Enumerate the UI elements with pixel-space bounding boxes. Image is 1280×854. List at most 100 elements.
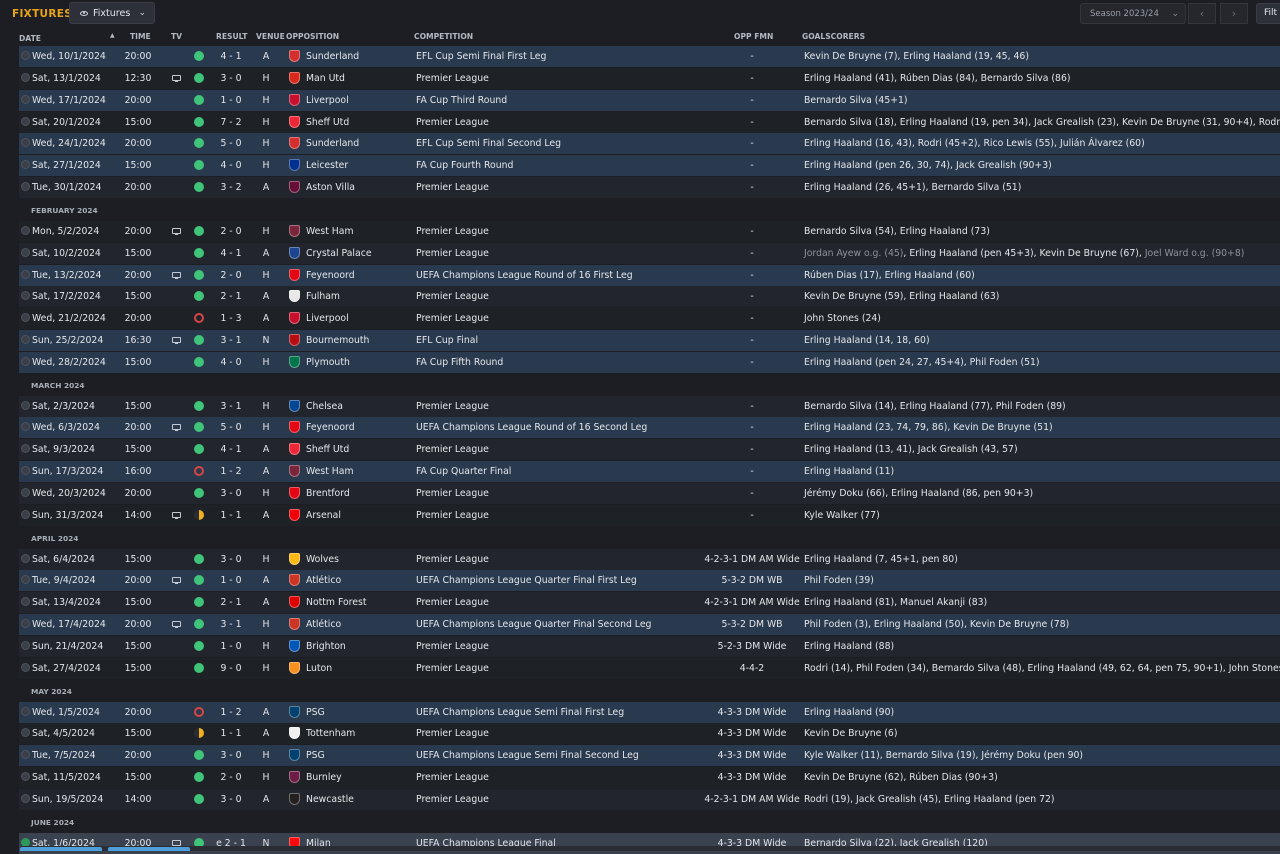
fixture-row[interactable]: Wed, 17/4/2024 20:00 3 - 1 H Atlético UEFA Ch…: [19, 614, 1280, 635]
competition-link[interactable]: Premier League: [416, 313, 489, 324]
opposition-link[interactable]: Atlético: [306, 619, 341, 630]
fixture-result[interactable]: 1 - 0: [207, 575, 255, 586]
fixture-row[interactable]: Wed, 1/5/2024 20:00 1 - 2 A PSG UEFA Champion…: [19, 702, 1280, 723]
fixture-row[interactable]: Sun, 31/3/2024 14:00 1 - 1 A Arsenal Premier …: [19, 505, 1280, 526]
opposition-link[interactable]: Atlético: [306, 575, 341, 586]
col-opposition[interactable]: OPPOSITION: [286, 32, 339, 41]
opposition-link[interactable]: Feyenoord: [306, 422, 355, 433]
row-select-checkbox[interactable]: [21, 95, 30, 104]
row-select-checkbox[interactable]: [21, 750, 30, 759]
opposition-link[interactable]: Fulham: [306, 291, 340, 302]
fixture-result[interactable]: 2 - 0: [207, 226, 255, 237]
competition-link[interactable]: Premier League: [416, 510, 489, 521]
fixture-row[interactable]: Sat, 20/1/2024 15:00 7 - 2 H Sheff Utd Premie…: [19, 112, 1280, 133]
fixture-result[interactable]: 1 - 3: [207, 313, 255, 324]
opposition-link[interactable]: Aston Villa: [306, 182, 355, 193]
fixture-row[interactable]: Sun, 25/2/2024 16:30 3 - 1 N Bournemouth EFL …: [19, 330, 1280, 351]
opposition-link[interactable]: Tottenham: [306, 728, 355, 739]
fixture-result[interactable]: 3 - 0: [207, 750, 255, 761]
col-result[interactable]: RESULT: [216, 32, 247, 41]
competition-link[interactable]: Premier League: [416, 728, 489, 739]
col-goalscorers[interactable]: GOALSCORERS: [802, 32, 865, 41]
fixture-result[interactable]: 1 - 1: [207, 510, 255, 521]
fixture-result[interactable]: 3 - 2: [207, 182, 255, 193]
opposition-link[interactable]: Liverpool: [306, 313, 349, 324]
competition-link[interactable]: Premier League: [416, 444, 489, 455]
competition-link[interactable]: Premier League: [416, 554, 489, 565]
competition-link[interactable]: FA Cup Fifth Round: [416, 357, 503, 368]
opposition-link[interactable]: Man Utd: [306, 73, 345, 84]
opposition-link[interactable]: Wolves: [306, 554, 339, 565]
row-select-checkbox[interactable]: [21, 182, 30, 191]
fixture-row[interactable]: Sat, 10/2/2024 15:00 4 - 1 A Crystal Palace P…: [19, 243, 1280, 264]
opposition-link[interactable]: Newcastle: [306, 794, 354, 805]
filter-button[interactable]: Filt: [1256, 3, 1280, 24]
row-select-checkbox[interactable]: [21, 619, 30, 628]
row-select-checkbox[interactable]: [21, 466, 30, 475]
opposition-link[interactable]: West Ham: [306, 226, 354, 237]
row-select-checkbox[interactable]: [21, 728, 30, 737]
competition-link[interactable]: UEFA Champions League Quarter Final Seco…: [416, 619, 651, 630]
fixture-result[interactable]: 7 - 2: [207, 117, 255, 128]
opposition-link[interactable]: Arsenal: [306, 510, 341, 521]
fixture-result[interactable]: 4 - 1: [207, 51, 255, 62]
fixture-row[interactable]: Sun, 21/4/2024 15:00 1 - 0 H Brighton Premier…: [19, 636, 1280, 657]
row-select-checkbox[interactable]: [21, 357, 30, 366]
fixture-result[interactable]: 1 - 0: [207, 95, 255, 106]
fixture-result[interactable]: 2 - 0: [207, 772, 255, 783]
fixture-result[interactable]: 1 - 1: [207, 728, 255, 739]
view-selector-button[interactable]: Fixtures ⌄: [69, 2, 155, 24]
opposition-link[interactable]: PSG: [306, 750, 325, 761]
fixture-row[interactable]: Sun, 19/5/2024 14:00 3 - 0 A Newcastle Premie…: [19, 789, 1280, 810]
fixture-row[interactable]: Tue, 7/5/2024 20:00 3 - 0 H PSG UEFA Champion…: [19, 745, 1280, 766]
fixture-row[interactable]: Sat, 2/3/2024 15:00 3 - 1 H Chelsea Premier L…: [19, 396, 1280, 417]
row-select-checkbox[interactable]: [21, 270, 30, 279]
row-select-checkbox[interactable]: [21, 707, 30, 716]
col-competition[interactable]: COMPETITION: [414, 32, 473, 41]
row-select-checkbox[interactable]: [21, 597, 30, 606]
col-opp-fmn[interactable]: OPP FMN: [734, 32, 773, 41]
opposition-link[interactable]: Liverpool: [306, 95, 349, 106]
competition-link[interactable]: Premier League: [416, 226, 489, 237]
col-time[interactable]: TIME: [130, 32, 151, 41]
row-select-checkbox[interactable]: [21, 554, 30, 563]
row-select-checkbox[interactable]: [21, 663, 30, 672]
opposition-link[interactable]: Feyenoord: [306, 270, 355, 281]
competition-link[interactable]: UEFA Champions League Semi Final Second …: [416, 750, 639, 761]
row-select-checkbox[interactable]: [21, 291, 30, 300]
opposition-link[interactable]: Bournemouth: [306, 335, 369, 346]
opposition-link[interactable]: Chelsea: [306, 401, 343, 412]
fixture-result[interactable]: 4 - 1: [207, 248, 255, 259]
competition-link[interactable]: UEFA Champions League Semi Final First L…: [416, 707, 624, 718]
next-season-button[interactable]: ›: [1220, 3, 1248, 24]
competition-link[interactable]: FA Cup Third Round: [416, 95, 507, 106]
fixture-result[interactable]: 3 - 0: [207, 554, 255, 565]
fixture-result[interactable]: 1 - 2: [207, 466, 255, 477]
fixture-result[interactable]: 3 - 0: [207, 73, 255, 84]
fixture-result[interactable]: 3 - 0: [207, 794, 255, 805]
fixture-result[interactable]: 3 - 1: [207, 335, 255, 346]
opposition-link[interactable]: Burnley: [306, 772, 342, 783]
fixture-result[interactable]: 9 - 0: [207, 663, 255, 674]
row-select-checkbox[interactable]: [21, 422, 30, 431]
row-select-checkbox[interactable]: [21, 248, 30, 257]
fixture-row[interactable]: Sat, 11/5/2024 15:00 2 - 0 H Burnley Premier …: [19, 767, 1280, 788]
opposition-link[interactable]: Brentford: [306, 488, 350, 499]
previous-season-button[interactable]: ‹: [1188, 3, 1216, 24]
fixture-row[interactable]: Sat, 17/2/2024 15:00 2 - 1 A Fulham Premier L…: [19, 286, 1280, 307]
competition-link[interactable]: EFL Cup Semi Final Second Leg: [416, 138, 561, 149]
fixture-result[interactable]: 2 - 0: [207, 270, 255, 281]
competition-link[interactable]: UEFA Champions League Quarter Final Firs…: [416, 575, 637, 586]
competition-link[interactable]: Premier League: [416, 597, 489, 608]
fixture-row[interactable]: Tue, 30/1/2024 20:00 3 - 2 A Aston Villa Prem…: [19, 177, 1280, 198]
row-select-checkbox[interactable]: [21, 444, 30, 453]
fixture-row[interactable]: Mon, 5/2/2024 20:00 2 - 0 H West Ham Premier …: [19, 221, 1280, 242]
row-select-checkbox[interactable]: [21, 488, 30, 497]
bottom-tab[interactable]: [20, 847, 102, 851]
fixture-result[interactable]: 2 - 1: [207, 597, 255, 608]
competition-link[interactable]: EFL Cup Final: [416, 335, 478, 346]
fixture-row[interactable]: Tue, 9/4/2024 20:00 1 - 0 A Atlético UEFA Cha…: [19, 570, 1280, 591]
fixture-result[interactable]: 1 - 2: [207, 707, 255, 718]
col-tv[interactable]: TV: [171, 32, 182, 41]
opposition-link[interactable]: Sunderland: [306, 51, 359, 62]
